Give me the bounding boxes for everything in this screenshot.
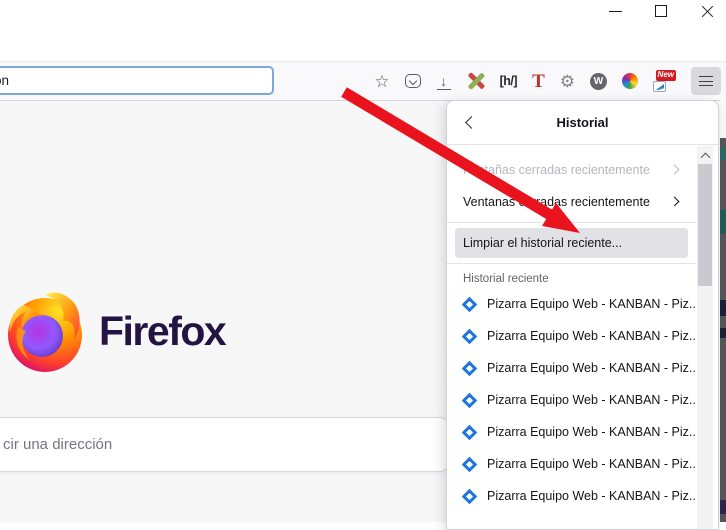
letter-t-extension-icon[interactable]: T — [532, 72, 545, 91]
firefox-logo-icon — [4, 287, 86, 375]
titlebar — [0, 0, 726, 61]
kanban-favicon-icon — [462, 456, 478, 472]
firefox-wordmark: Firefox — [99, 308, 225, 355]
maximize-icon[interactable] — [653, 3, 670, 20]
minimize-icon[interactable] — [607, 3, 624, 20]
navigation-toolbar: ión ☆ ↓ [h/] T ⚙ W New — [0, 61, 726, 101]
page-edge-strip — [720, 100, 726, 522]
history-entry[interactable]: Pizarra Equipo Web - KANBAN - Piz... — [447, 352, 718, 384]
scrollbar-thumb[interactable] — [698, 164, 712, 286]
window-controls — [607, 3, 716, 20]
kanban-favicon-icon — [462, 424, 478, 440]
new-badge-extension-icon[interactable]: New — [653, 70, 676, 92]
history-entry[interactable]: Pizarra Equipo Web - KANBAN - Piz... — [447, 384, 718, 416]
chevron-right-icon — [670, 197, 680, 207]
toolbar-icons: ☆ ↓ [h/] T ⚙ W New — [374, 62, 721, 100]
history-entry-label: Pizarra Equipo Web - KANBAN - Piz... — [487, 329, 699, 343]
menu-item-recently-closed-windows[interactable]: Ventanas cerradas recientemente — [447, 186, 718, 218]
history-entry[interactable]: Pizarra Equipo Web - KANBAN - Piz... — [447, 448, 718, 480]
history-entry-label: Pizarra Equipo Web - KANBAN - Piz... — [487, 297, 699, 311]
chevron-right-icon — [670, 165, 680, 175]
history-panel-body: Pestañas cerradas recientemente Ventanas… — [447, 145, 718, 512]
pocket-icon[interactable] — [405, 74, 421, 88]
divider — [447, 222, 696, 223]
search-placeholder: cir una dirección — [3, 436, 112, 453]
bookmark-star-icon[interactable]: ☆ — [374, 73, 389, 90]
kanban-favicon-icon — [462, 488, 478, 504]
hamburger-menu-button[interactable] — [691, 67, 721, 95]
brackets-extension-icon[interactable]: [h/] — [500, 74, 517, 88]
history-entry-label: Pizarra Equipo Web - KANBAN - Piz... — [487, 425, 699, 439]
history-entry[interactable]: Pizarra Equipo Web - KANBAN - Piz... — [447, 416, 718, 448]
history-panel: Historial Pestañas cerradas recientement… — [446, 100, 719, 530]
history-entries-list: Pizarra Equipo Web - KANBAN - Piz... Piz… — [447, 288, 718, 512]
panel-title: Historial — [556, 115, 608, 130]
back-chevron-icon[interactable] — [465, 116, 478, 129]
divider — [447, 263, 696, 264]
menu-item-label: Pestañas cerradas recientemente — [463, 163, 650, 177]
start-page-search-input[interactable]: cir una dirección — [0, 417, 448, 472]
kanban-favicon-icon — [462, 328, 478, 344]
kanban-favicon-icon — [462, 360, 478, 376]
firefox-brand: Firefox — [4, 287, 225, 375]
recent-history-section-label: Historial reciente — [463, 273, 718, 285]
wave-extension-icon[interactable]: W — [590, 73, 607, 90]
history-panel-header: Historial — [447, 101, 718, 145]
history-entry[interactable]: Pizarra Equipo Web - KANBAN - Piz... — [447, 480, 718, 512]
colorwheel-extension-icon[interactable] — [622, 73, 638, 89]
history-entry-label: Pizarra Equipo Web - KANBAN - Piz... — [487, 489, 699, 503]
menu-item-label: Ventanas cerradas recientemente — [463, 195, 650, 209]
scroll-up-arrow-icon[interactable] — [700, 153, 710, 163]
history-entry-label: Pizarra Equipo Web - KANBAN - Piz... — [487, 361, 699, 375]
crossed-sticks-extension-icon[interactable] — [467, 72, 485, 90]
menu-item-clear-recent-history[interactable]: Limpiar el historial reciente... — [455, 228, 688, 258]
gear-icon[interactable]: ⚙ — [560, 73, 575, 90]
kanban-favicon-icon — [462, 296, 478, 312]
history-entry[interactable]: Pizarra Equipo Web - KANBAN - Piz... — [447, 288, 718, 320]
history-entry[interactable]: Pizarra Equipo Web - KANBAN - Piz... — [447, 320, 718, 352]
address-bar-input[interactable]: ión — [0, 66, 274, 95]
close-icon[interactable] — [699, 3, 716, 20]
history-entry-label: Pizarra Equipo Web - KANBAN - Piz... — [487, 457, 699, 471]
download-icon[interactable]: ↓ — [436, 73, 452, 89]
menu-item-recently-closed-tabs[interactable]: Pestañas cerradas recientemente — [447, 154, 718, 186]
menu-item-label: Limpiar el historial reciente... — [463, 236, 622, 250]
history-entry-label: Pizarra Equipo Web - KANBAN - Piz... — [487, 393, 699, 407]
kanban-favicon-icon — [462, 392, 478, 408]
panel-scrollbar[interactable] — [697, 146, 713, 529]
new-badge-label: New — [656, 70, 676, 81]
paper-plane-icon — [653, 81, 666, 92]
address-bar-text: ión — [0, 73, 9, 88]
